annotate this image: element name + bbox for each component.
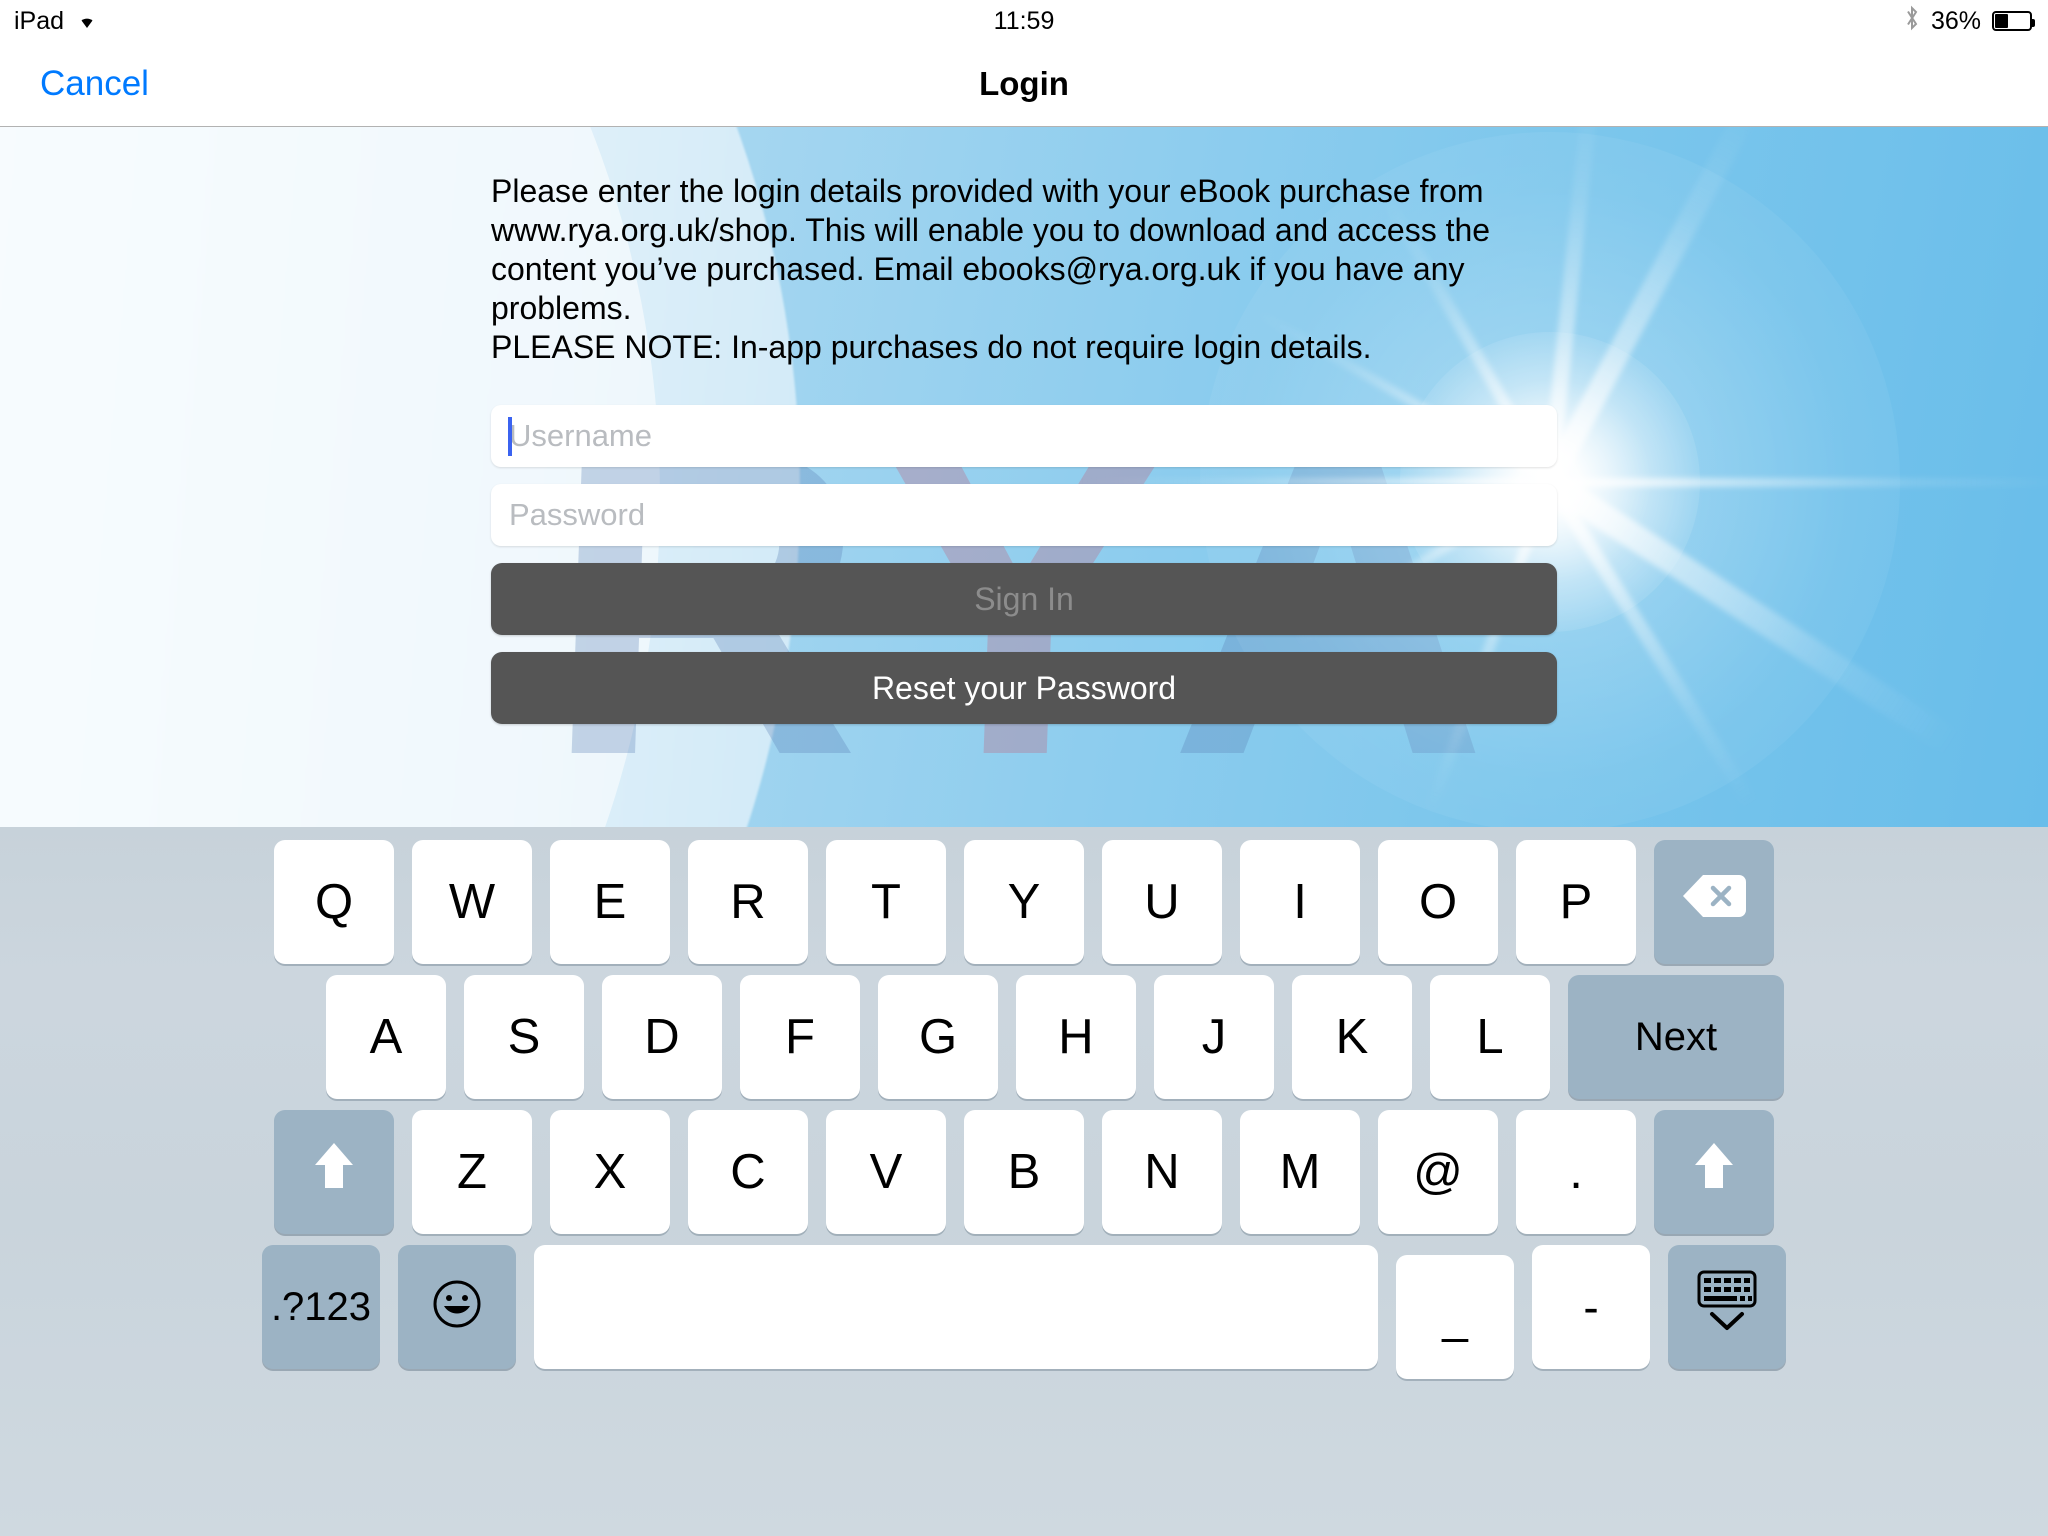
keyboard-row-4: .?123 _ - xyxy=(0,1245,2048,1379)
bluetooth-icon xyxy=(1904,5,1920,38)
numbers-key[interactable]: .?123 xyxy=(262,1245,380,1369)
key-i[interactable]: I xyxy=(1240,840,1360,964)
key-n[interactable]: N xyxy=(1102,1110,1222,1234)
keyboard-row-3: Z X C V B N M @ . xyxy=(0,1110,2048,1234)
key-b[interactable]: B xyxy=(964,1110,1084,1234)
key-d[interactable]: D xyxy=(602,975,722,1099)
key-f[interactable]: F xyxy=(740,975,860,1099)
username-input[interactable]: Username xyxy=(491,405,1557,468)
backspace-key[interactable] xyxy=(1654,840,1774,964)
key-m[interactable]: M xyxy=(1240,1110,1360,1234)
space-key[interactable] xyxy=(534,1245,1378,1369)
key-a[interactable]: A xyxy=(326,975,446,1099)
key-w[interactable]: W xyxy=(412,840,532,964)
password-placeholder: Password xyxy=(509,497,646,533)
key-e[interactable]: E xyxy=(550,840,670,964)
key-q[interactable]: Q xyxy=(274,840,394,964)
on-screen-keyboard: Q W E R T Y U I O P A S D F G H J K L Ne… xyxy=(0,827,2048,1536)
password-input[interactable]: Password xyxy=(491,484,1557,547)
key-h[interactable]: H xyxy=(1016,975,1136,1099)
key-s[interactable]: S xyxy=(464,975,584,1099)
key-at[interactable]: @ xyxy=(1378,1110,1498,1234)
emoji-key[interactable] xyxy=(398,1245,516,1369)
key-period[interactable]: . xyxy=(1516,1110,1636,1234)
page-title: Login xyxy=(979,65,1069,102)
next-key[interactable]: Next xyxy=(1568,975,1784,1099)
reset-password-button[interactable]: Reset your Password xyxy=(491,652,1557,725)
underscore-key[interactable]: _ xyxy=(1396,1255,1514,1379)
key-v[interactable]: V xyxy=(826,1110,946,1234)
key-g[interactable]: G xyxy=(878,975,998,1099)
hyphen-key[interactable]: - xyxy=(1532,1245,1650,1369)
status-bar: iPad 11:59 36% xyxy=(0,0,2048,42)
keyboard-row-1: Q W E R T Y U I O P xyxy=(0,840,2048,964)
key-k[interactable]: K xyxy=(1292,975,1412,1099)
dismiss-keyboard-icon xyxy=(1695,1268,1759,1346)
username-placeholder: Username xyxy=(509,418,652,454)
status-bar-right: 36% xyxy=(1904,0,2035,42)
key-x[interactable]: X xyxy=(550,1110,670,1234)
key-c[interactable]: C xyxy=(688,1110,808,1234)
navigation-bar: Cancel Login xyxy=(0,42,2048,127)
key-p[interactable]: P xyxy=(1516,840,1636,964)
battery-icon xyxy=(1992,11,2035,31)
shift-key-right[interactable] xyxy=(1654,1110,1774,1234)
dismiss-keyboard-key[interactable] xyxy=(1668,1245,1786,1369)
key-u[interactable]: U xyxy=(1102,840,1222,964)
ipad-login-screen: iPad 11:59 36% Cancel Login Please enter… xyxy=(0,0,2048,1536)
key-j[interactable]: J xyxy=(1154,975,1274,1099)
key-l[interactable]: L xyxy=(1430,975,1550,1099)
text-caret xyxy=(508,417,512,457)
battery-percent-label: 36% xyxy=(1930,6,1981,35)
login-content-area: RYA Please enter the login details provi… xyxy=(0,127,2048,827)
status-bar-time: 11:59 xyxy=(993,6,1055,35)
sign-in-button[interactable]: Sign In xyxy=(491,563,1557,636)
shift-icon xyxy=(312,1140,356,1204)
instructions-text: Please enter the login details provided … xyxy=(491,173,1491,366)
key-o[interactable]: O xyxy=(1378,840,1498,964)
key-z[interactable]: Z xyxy=(412,1110,532,1234)
backspace-icon xyxy=(1681,873,1747,931)
emoji-icon xyxy=(431,1278,483,1337)
key-t[interactable]: T xyxy=(826,840,946,964)
key-r[interactable]: R xyxy=(688,840,808,964)
key-y[interactable]: Y xyxy=(964,840,1084,964)
shift-icon xyxy=(1692,1140,1736,1204)
login-form: Please enter the login details provided … xyxy=(491,172,1557,741)
shift-key-left[interactable] xyxy=(274,1110,394,1234)
keyboard-row-2: A S D F G H J K L Next xyxy=(0,975,2048,1099)
